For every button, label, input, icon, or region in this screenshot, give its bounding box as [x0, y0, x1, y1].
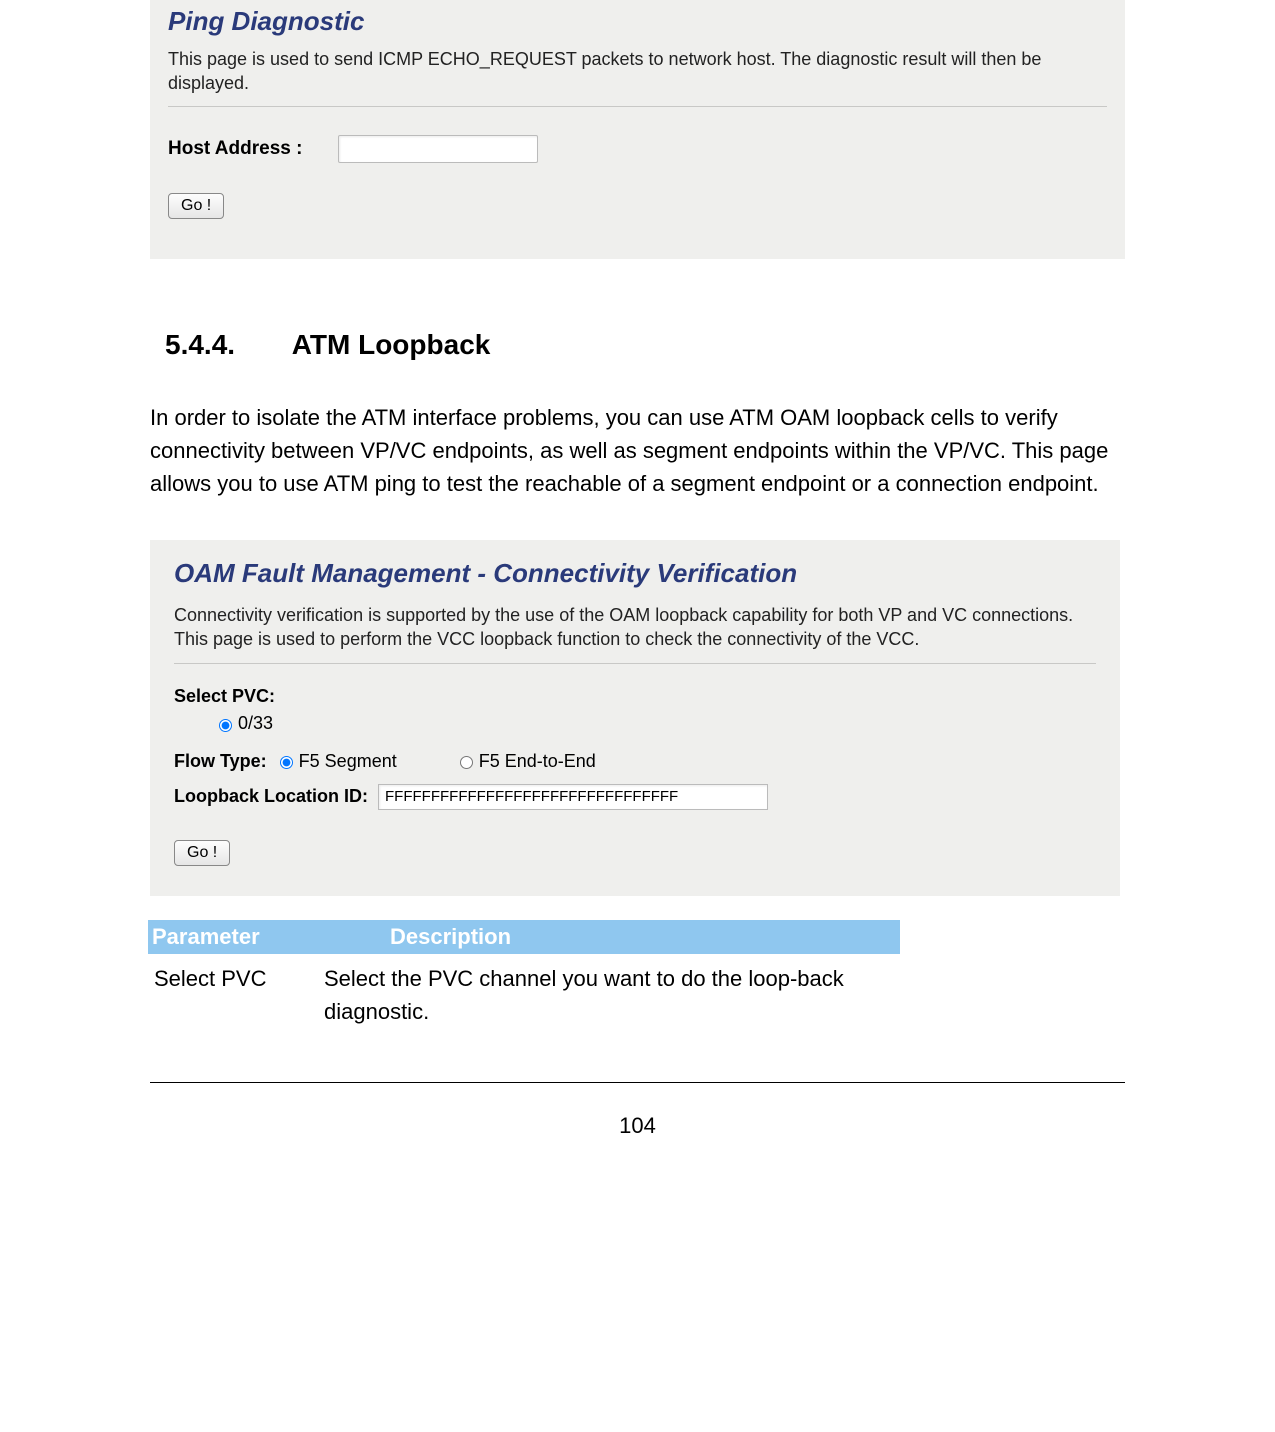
pvc-option-label: 0/33 [238, 713, 273, 734]
select-pvc-label: Select PVC: [174, 686, 1096, 707]
ping-diagnostic-panel: Ping Diagnostic This page is used to sen… [150, 0, 1125, 259]
oam-fault-panel: OAM Fault Management - Connectivity Veri… [150, 540, 1120, 896]
flow-segment-label: F5 Segment [299, 751, 397, 772]
flow-type-f5-segment[interactable]: F5 Segment [275, 751, 397, 772]
oam-fault-description: Connectivity verification is supported b… [174, 603, 1096, 665]
cell-desc: Select the PVC channel you want to do th… [318, 954, 900, 1032]
footer-rule [150, 1082, 1125, 1083]
host-address-input[interactable] [338, 135, 538, 163]
loopback-location-input[interactable] [378, 784, 768, 810]
pvc-option-0-33[interactable]: 0/33 [214, 713, 273, 734]
cell-param: Select PVC [148, 954, 318, 1032]
loopback-location-label: Loopback Location ID: [174, 786, 368, 807]
table-row: Select PVC Select the PVC channel you wa… [148, 954, 900, 1032]
host-address-label: Host Address : [168, 138, 338, 160]
flow-end-label: F5 End-to-End [479, 751, 596, 772]
section-body-text: In order to isolate the ATM interface pr… [150, 401, 1125, 500]
header-parameter: Parameter [148, 920, 318, 954]
section-number: 5.4.4. [165, 329, 285, 361]
page-number: 104 [0, 1113, 1275, 1139]
ping-diagnostic-title: Ping Diagnostic [168, 0, 1107, 47]
flow-radio-segment[interactable] [280, 756, 293, 769]
section-title: ATM Loopback [292, 329, 491, 360]
ping-go-button[interactable]: Go ! [168, 193, 224, 219]
header-description: Description [318, 920, 900, 954]
parameter-table: Parameter Description Select PVC Select … [148, 920, 900, 1032]
section-heading: 5.4.4. ATM Loopback [165, 329, 1125, 361]
flow-type-f5-end[interactable]: F5 End-to-End [455, 751, 596, 772]
ping-diagnostic-description: This page is used to send ICMP ECHO_REQU… [168, 47, 1107, 107]
flow-radio-end[interactable] [460, 756, 473, 769]
oam-go-button[interactable]: Go ! [174, 840, 230, 866]
pvc-radio-0-33[interactable] [219, 719, 232, 732]
flow-type-label: Flow Type: [174, 751, 267, 772]
table-header-row: Parameter Description [148, 920, 900, 954]
oam-fault-title: OAM Fault Management - Connectivity Veri… [174, 558, 1096, 603]
